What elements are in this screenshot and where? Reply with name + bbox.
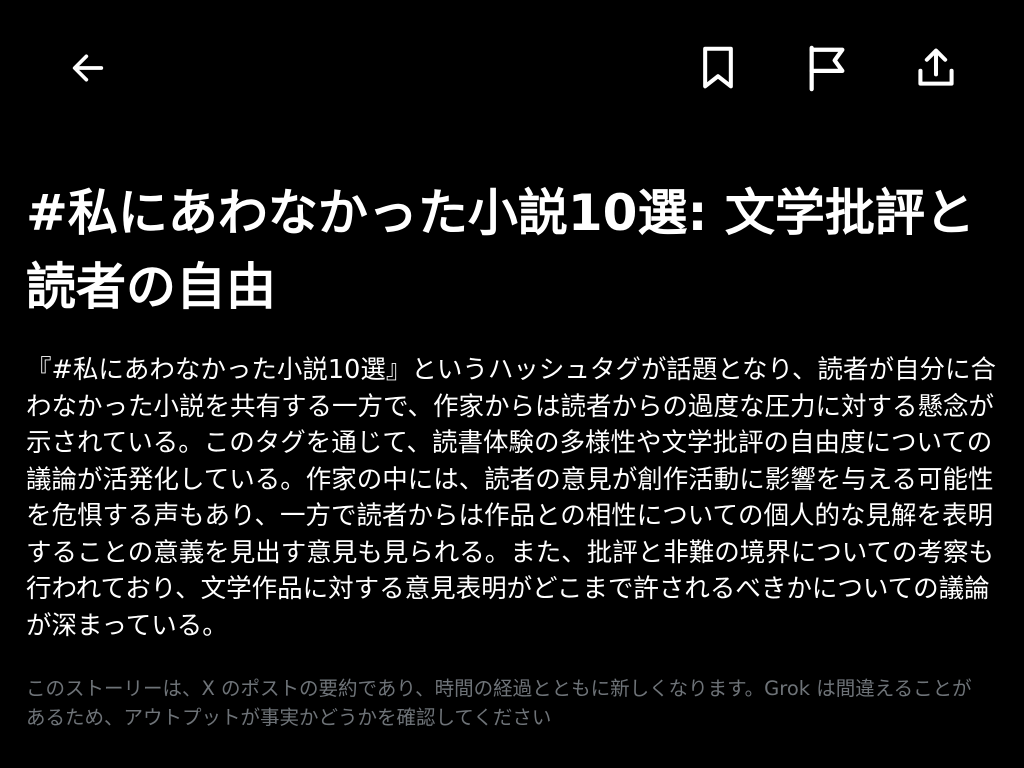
story-title: #私にあわなかった小説10選: 文学批評と読者の自由: [26, 184, 975, 316]
share-upload-icon: [918, 48, 954, 86]
story-content: #私にあわなかった小説10選: 文学批評と読者の自由 『#私にあわなかった小説1…: [26, 176, 998, 732]
share-button[interactable]: [912, 44, 960, 92]
top-bar: [0, 0, 1024, 136]
bookmark-button[interactable]: [694, 44, 742, 92]
flag-button[interactable]: [803, 44, 851, 92]
flag-icon: [809, 45, 845, 92]
story-summary: 『#私にあわなかった小説10選』というハッシュタグが話題となり、読者が自分に合わ…: [26, 355, 997, 641]
grok-disclaimer: このストーリーは、X のポストの要約であり、時間の経過とともに新しくなります。G…: [26, 677, 972, 729]
bookmark-icon: [703, 46, 733, 89]
back-button[interactable]: [64, 44, 112, 92]
arrow-left-icon: [72, 54, 104, 82]
